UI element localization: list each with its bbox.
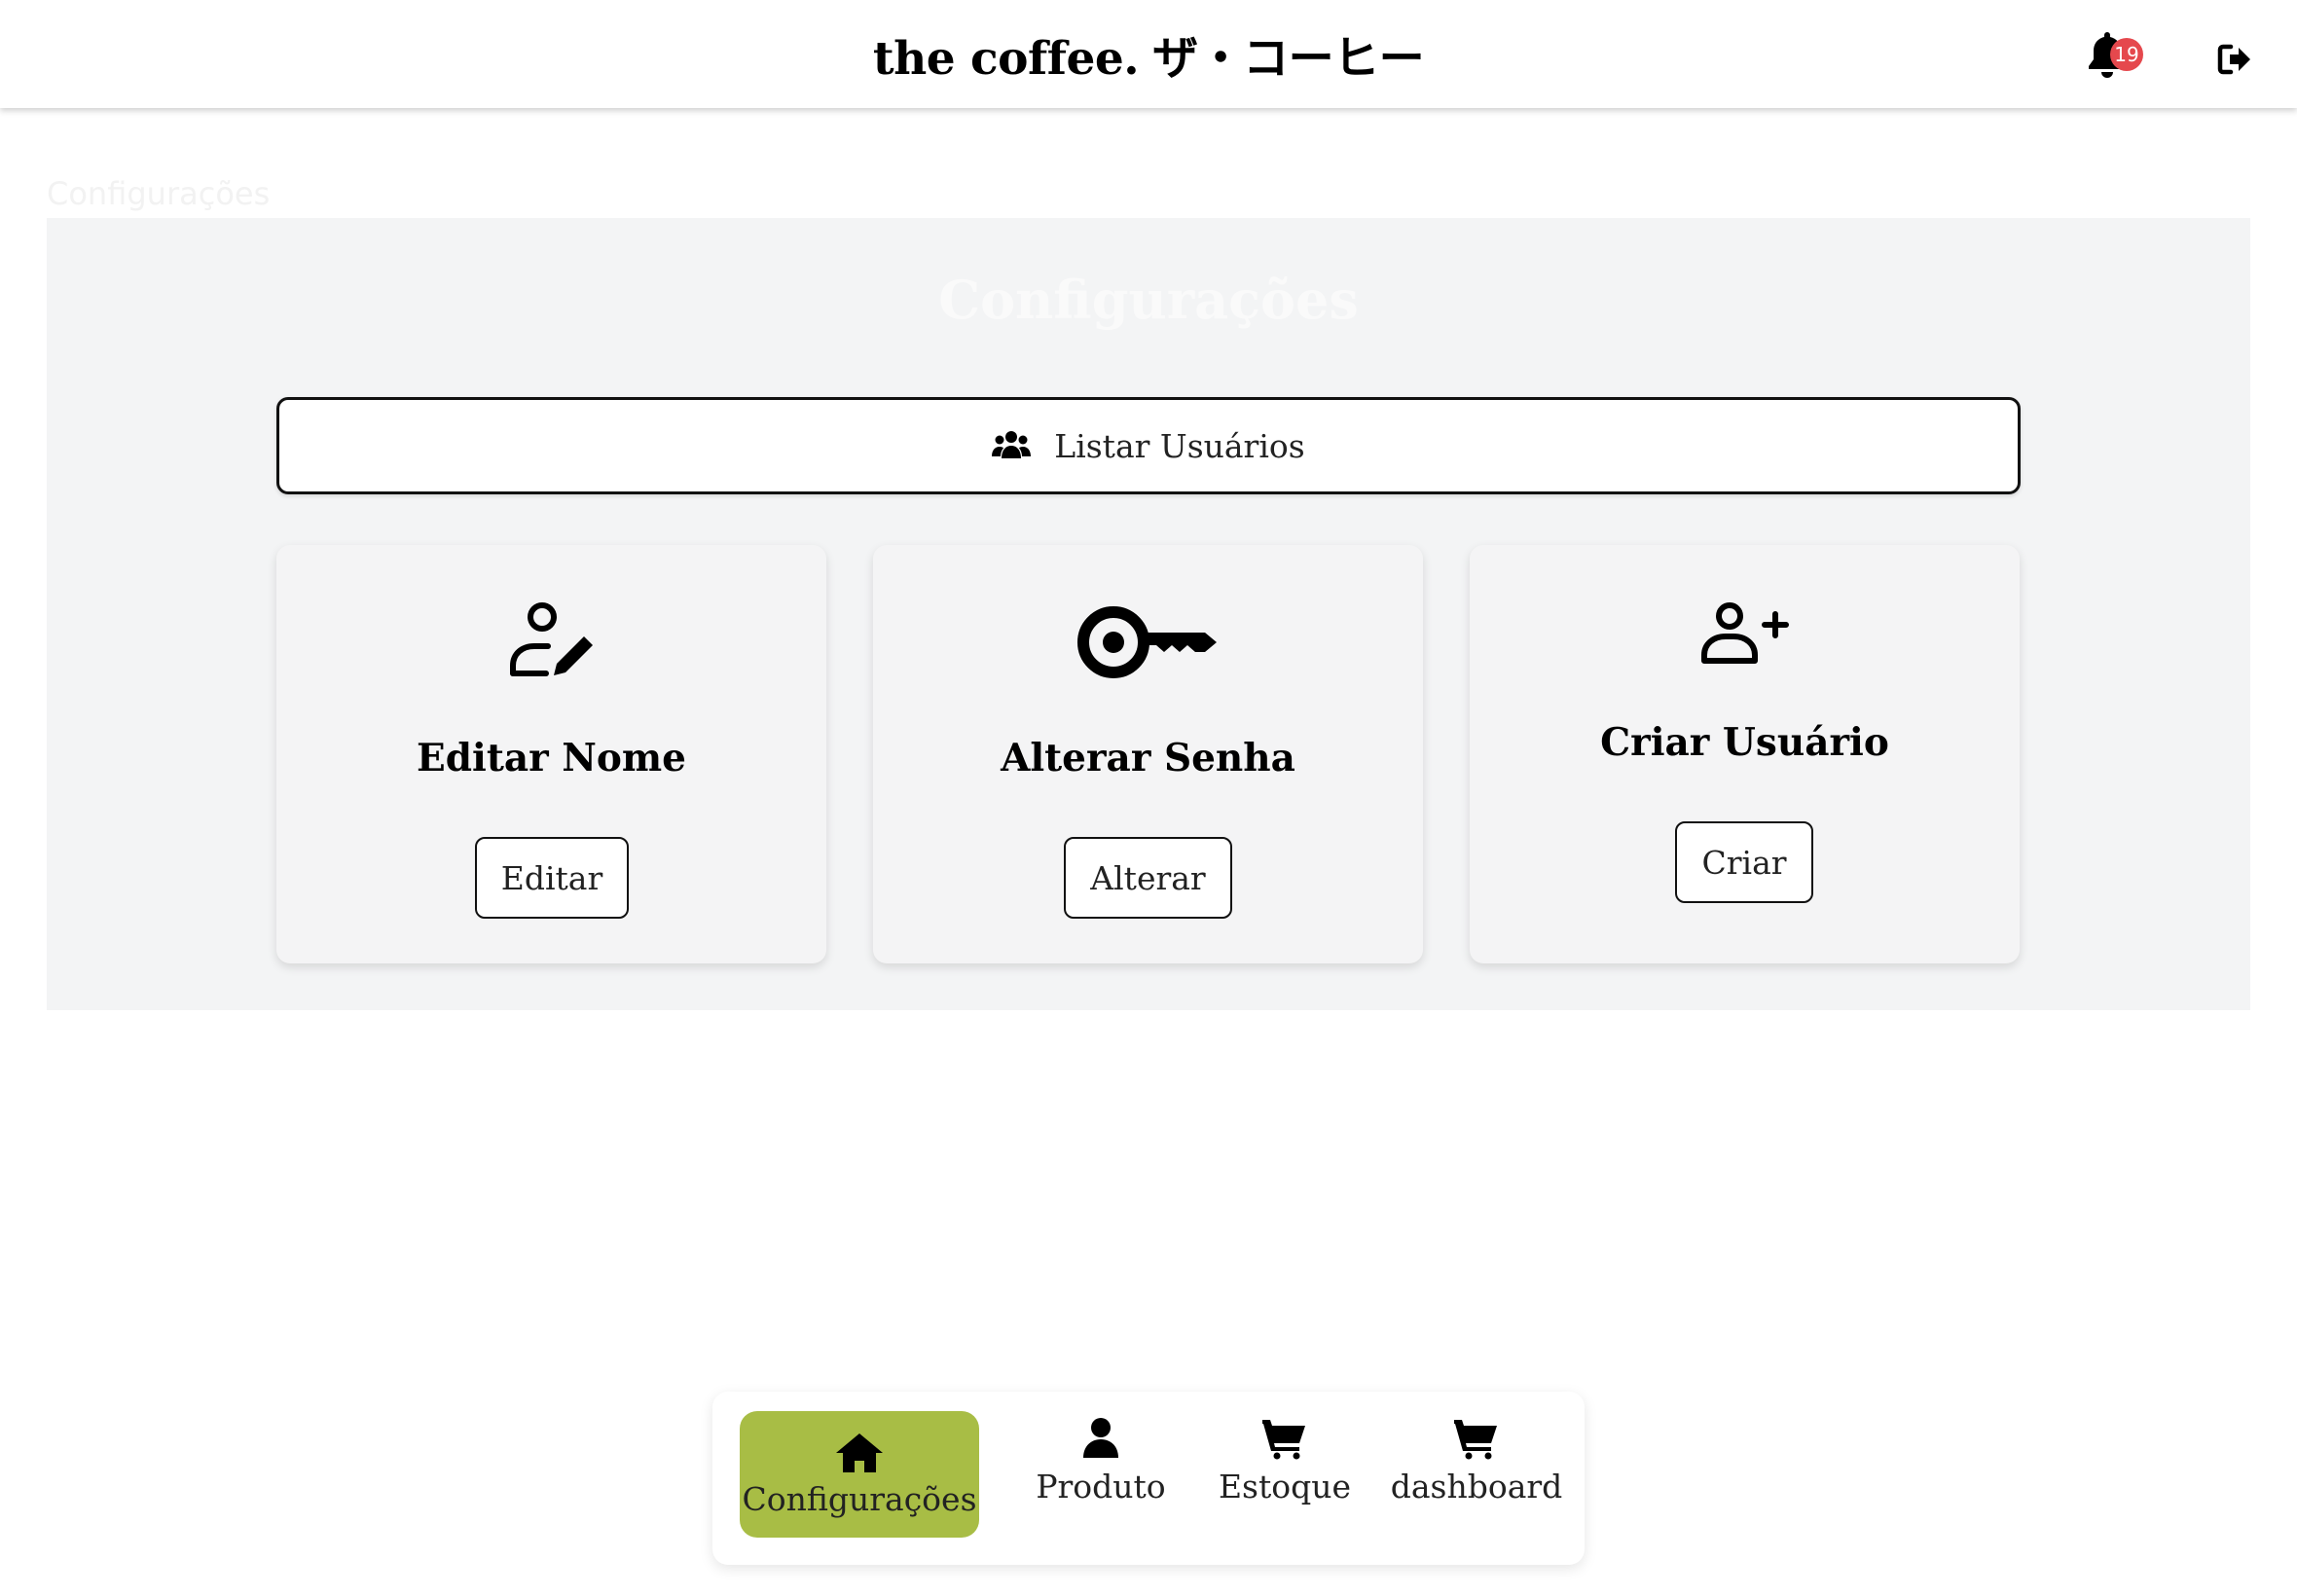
change-password-title: Alterar Senha — [1001, 736, 1295, 780]
bottom-nav: Configurações Produto Estoque dashboard — [712, 1392, 1585, 1565]
key-icon — [1076, 606, 1217, 678]
brand-name-jp: ザ・コーヒー — [1152, 32, 1425, 86]
create-user-title: Criar Usuário — [1600, 720, 1889, 765]
nav-item-dashboard[interactable]: dashboard — [1388, 1417, 1565, 1505]
nav-item-produto[interactable]: Produto — [1022, 1417, 1180, 1505]
edit-name-card: Editar Nome Editar — [276, 545, 826, 963]
nav-label-produto: Produto — [1036, 1468, 1166, 1505]
create-user-card: Criar Usuário Criar — [1470, 545, 2020, 963]
panel-heading: Configurações — [938, 269, 1359, 331]
notification-count-badge: 19 — [2110, 38, 2143, 71]
list-users-button[interactable]: Listar Usuários — [276, 397, 2021, 494]
notifications-button[interactable]: 19 — [2085, 28, 2143, 79]
settings-panel: Configurações Listar Usuários Editar Nom… — [47, 218, 2250, 1010]
nav-label-configuracoes: Configurações — [742, 1479, 977, 1518]
page-title: Configurações — [47, 175, 271, 212]
create-user-button[interactable]: Criar — [1675, 821, 1813, 903]
change-password-card: Alterar Senha Alterar — [873, 545, 1423, 963]
logout-icon — [2217, 44, 2250, 75]
user-plus-icon — [1700, 602, 1789, 664]
brand-logo: the coffee. ザ・コーヒー — [872, 20, 1425, 88]
edit-name-title: Editar Nome — [417, 736, 686, 780]
cart-icon — [1262, 1420, 1305, 1460]
brand-name: the coffee. — [872, 32, 1140, 86]
nav-label-dashboard: dashboard — [1390, 1468, 1563, 1505]
user-edit-icon — [509, 602, 593, 676]
change-password-button[interactable]: Alterar — [1064, 837, 1232, 919]
nav-item-configuracoes[interactable]: Configurações — [740, 1411, 979, 1538]
cart-icon — [1454, 1420, 1497, 1460]
home-icon — [836, 1433, 883, 1472]
nav-item-estoque[interactable]: Estoque — [1207, 1417, 1363, 1505]
logout-button[interactable] — [2217, 43, 2252, 76]
user-icon — [1083, 1418, 1118, 1458]
users-icon — [992, 431, 1032, 458]
edit-name-button[interactable]: Editar — [475, 837, 629, 919]
top-header: the coffee. ザ・コーヒー 19 — [0, 0, 2297, 108]
nav-label-estoque: Estoque — [1218, 1468, 1352, 1505]
list-users-label: Listar Usuários — [1054, 426, 1305, 465]
